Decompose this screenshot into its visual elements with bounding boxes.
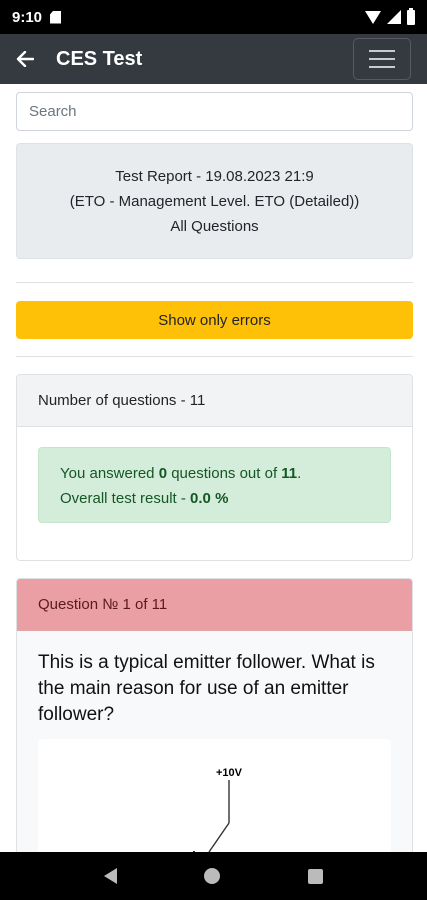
triangle-back-icon[interactable] (103, 868, 117, 884)
square-recents-icon[interactable] (308, 868, 324, 884)
summary-header: Number of questions - 11 (17, 375, 412, 427)
report-info: Test Report - 19.08.2023 21:9 (ETO - Man… (16, 143, 413, 259)
answered-count: 0 (158, 465, 168, 482)
summary-card: Number of questions - 11 You answered 0 … (16, 374, 413, 561)
system-nav-bar (0, 852, 427, 900)
result-line: Overall test result - 0.0 % (60, 490, 229, 507)
total-count: 11 (281, 465, 298, 482)
app-title: CES Test (56, 47, 143, 70)
sd-card-icon (50, 10, 62, 24)
divider (16, 356, 413, 357)
report-category: (ETO - Management Level. ETO (Detailed)) (69, 192, 360, 210)
circle-home-icon[interactable] (204, 868, 221, 884)
status-time: 9:10 (12, 8, 43, 26)
arrow-left-icon (16, 51, 34, 67)
circuit-diagram: +10V (38, 739, 391, 852)
show-errors-button[interactable]: Show only errors (16, 301, 413, 339)
signal-icon (387, 10, 401, 24)
battery-icon (407, 7, 415, 25)
status-icons (365, 7, 415, 25)
question-card: Question № 1 of 11 This is a typical emi… (16, 578, 413, 852)
app-bar: CES Test (0, 34, 427, 84)
question-header: Question № 1 of 11 (17, 579, 412, 631)
question-text: This is a typical emitter follower. What… (38, 652, 375, 725)
divider (16, 282, 413, 283)
report-title: Test Report - 19.08.2023 21:9 (115, 167, 314, 185)
hamburger-icon (369, 50, 395, 52)
emitter-follower-schematic: +10V (193, 767, 243, 852)
wifi-icon (365, 10, 381, 24)
result-alert: You answered 0 questions out of 11. Over… (38, 447, 391, 523)
status-bar: 9:10 (0, 0, 427, 34)
voltage-label: +10V (216, 767, 243, 779)
search-input[interactable] (16, 92, 413, 131)
back-button[interactable] (0, 34, 50, 84)
answered-line: You answered 0 questions out of 11. (60, 465, 302, 482)
content-area[interactable]: Test Report - 19.08.2023 21:9 (ETO - Man… (0, 84, 427, 852)
menu-button[interactable] (353, 38, 411, 80)
report-scope: All Questions (170, 217, 259, 235)
result-value: 0.0 % (190, 490, 229, 507)
